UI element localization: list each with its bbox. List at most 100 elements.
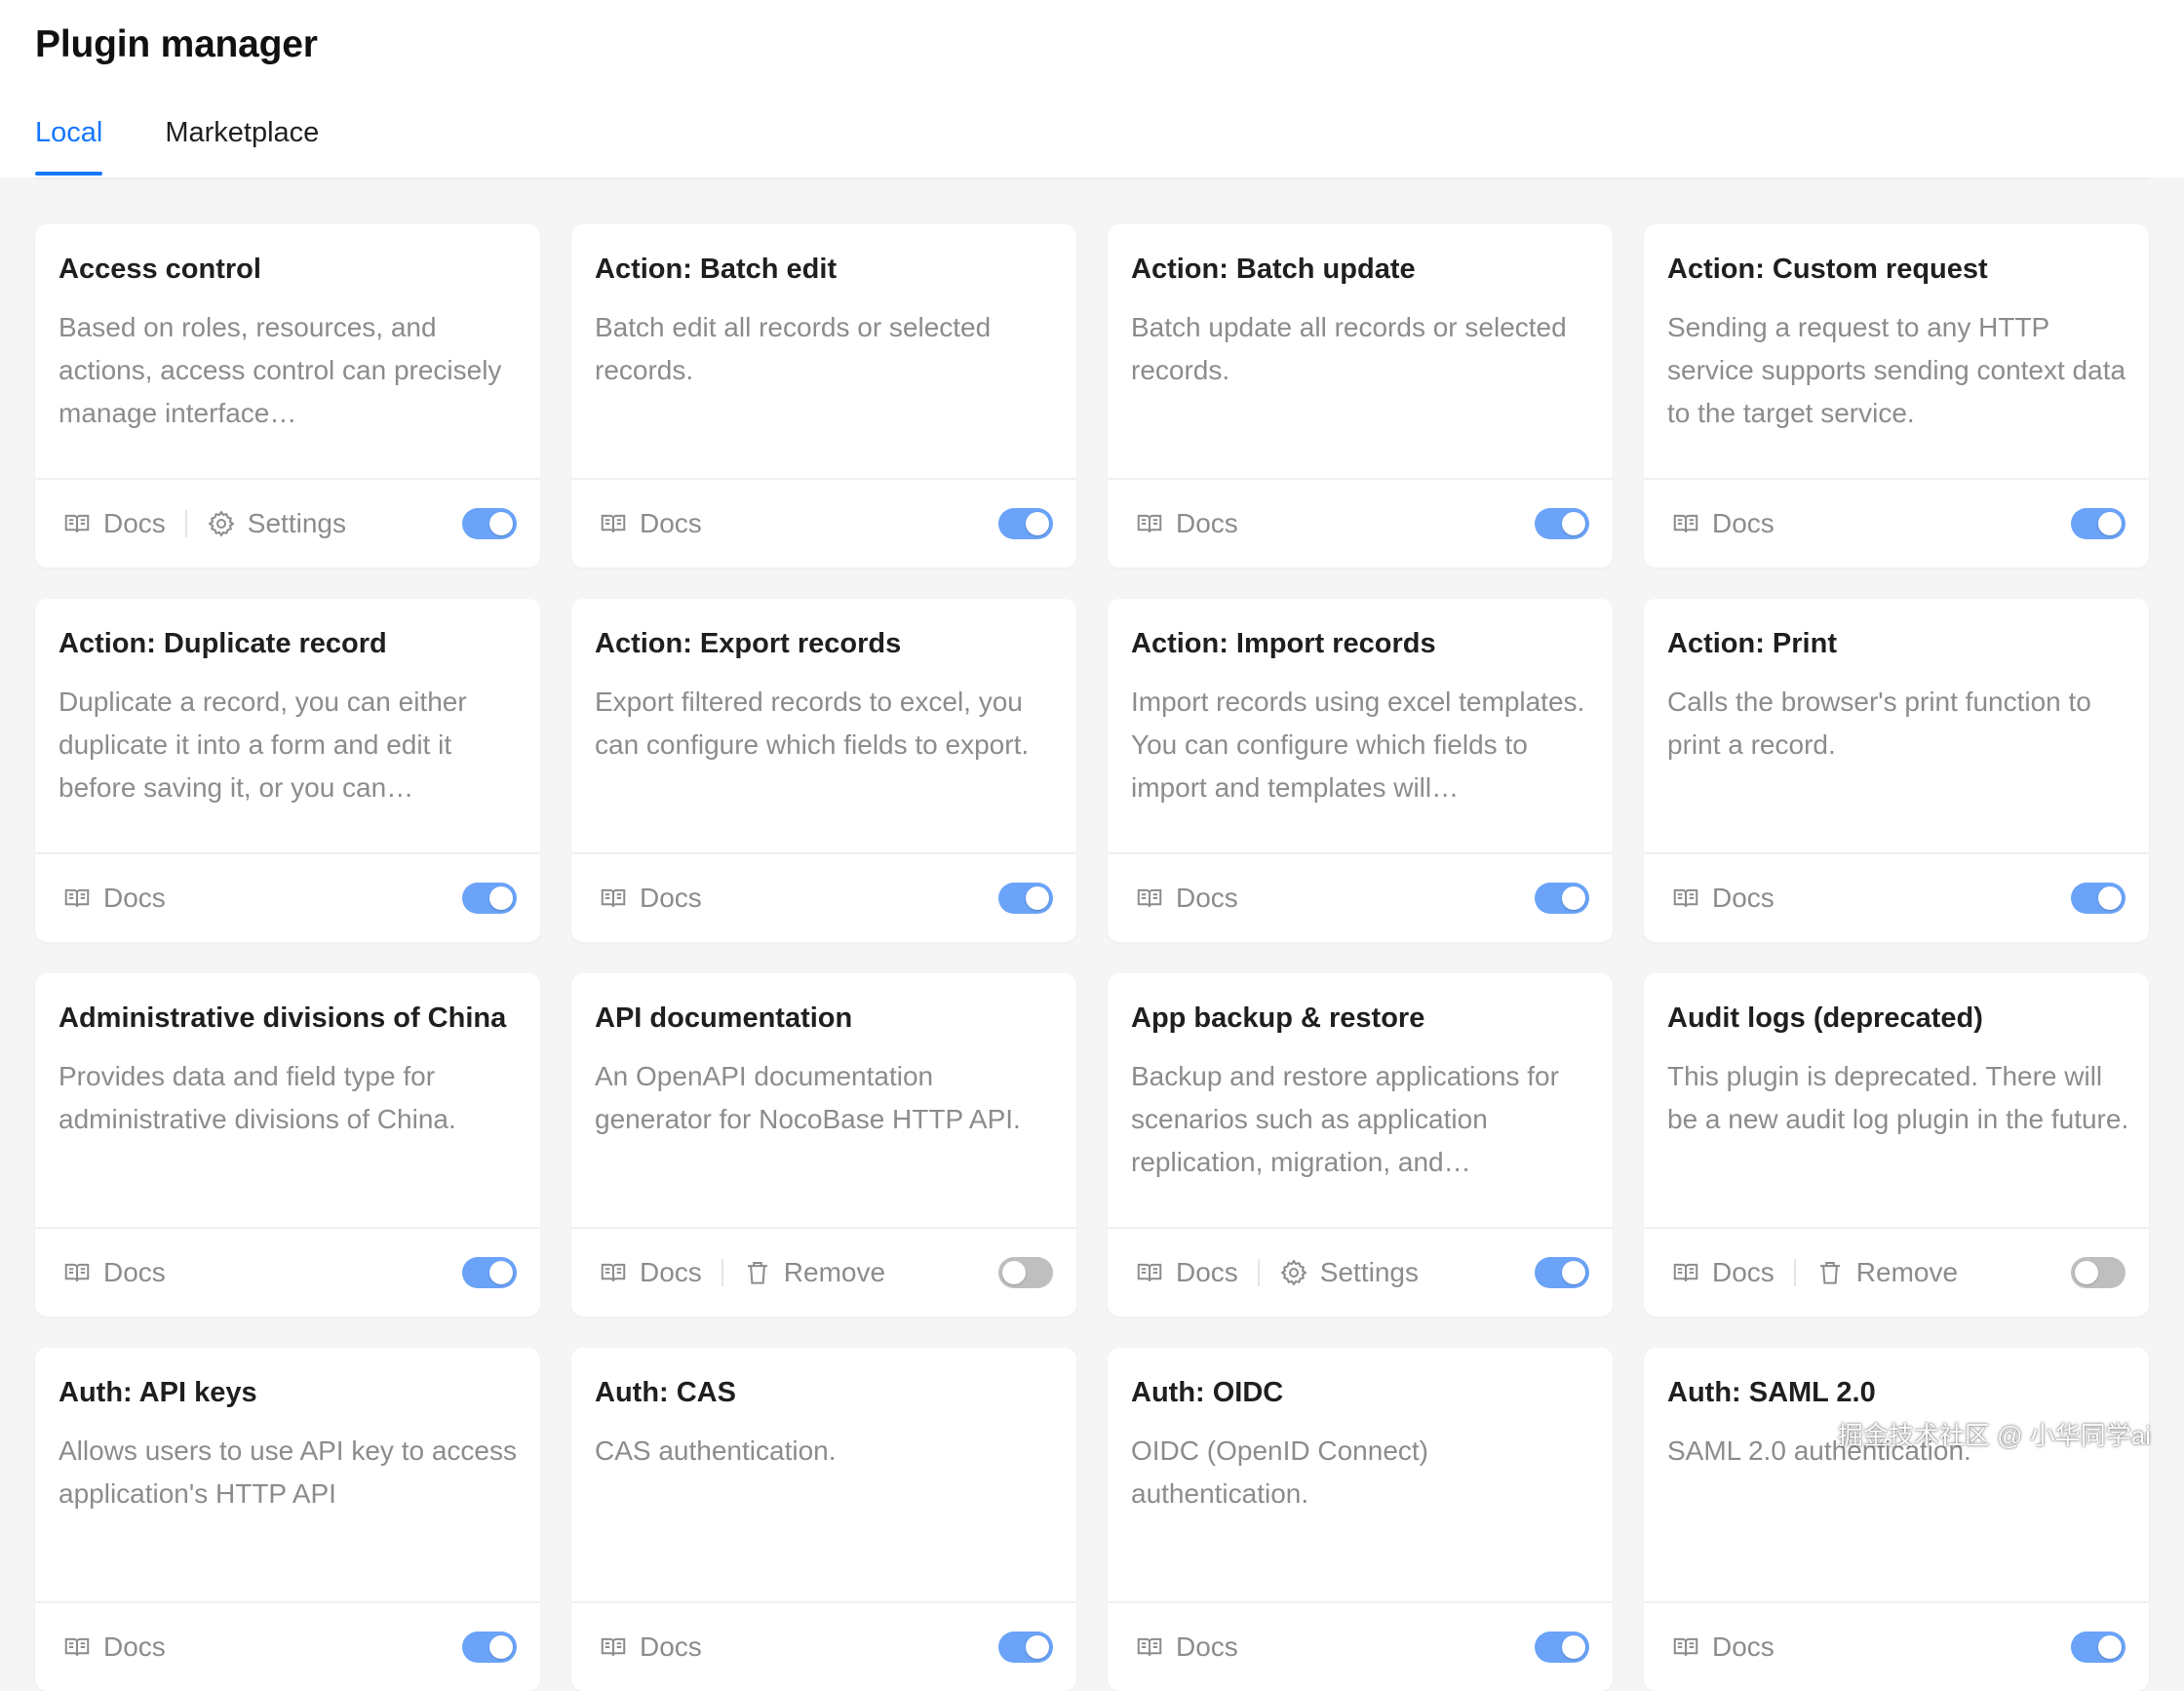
plugin-card-footer: Docs Remove [571, 1227, 1076, 1317]
docs-button[interactable]: Docs [1135, 1257, 1238, 1288]
plugin-card-footer: Docs [1108, 478, 1613, 568]
toggle-knob [1562, 1261, 1585, 1284]
docs-button[interactable]: Docs [1135, 883, 1238, 914]
docs-button[interactable]: Docs [599, 883, 702, 914]
docs-button[interactable]: Docs [1671, 883, 1774, 914]
trash-icon [1815, 1258, 1845, 1287]
docs-button[interactable]: Docs [599, 508, 702, 539]
page-header: Plugin manager Local Marketplace [0, 0, 2184, 179]
docs-button[interactable]: Docs [62, 1257, 166, 1288]
trash-icon [743, 1258, 772, 1287]
plugin-card: Action: Print Calls the browser's print f… [1644, 599, 2149, 942]
docs-label: Docs [1712, 1632, 1774, 1662]
plugin-enable-toggle[interactable] [462, 508, 517, 539]
docs-button[interactable]: Docs [599, 1632, 702, 1663]
plugin-card-footer: Docs [1108, 1601, 1613, 1691]
docs-label: Docs [103, 1632, 166, 1662]
docs-button[interactable]: Docs [62, 1632, 166, 1663]
toggle-knob [1562, 512, 1585, 535]
plugin-title: Administrative divisions of China [58, 1003, 507, 1034]
plugin-enable-toggle[interactable] [2071, 508, 2126, 539]
plugin-enable-toggle[interactable] [1535, 508, 1589, 539]
docs-book-icon [599, 884, 628, 913]
plugin-card: Action: Batch update Batch update all rec… [1108, 224, 1613, 568]
plugin-enable-toggle[interactable] [2071, 1257, 2126, 1288]
plugin-description: Duplicate a record, you can either dupli… [58, 687, 467, 803]
docs-button[interactable]: Docs [1671, 508, 1774, 539]
plugin-enable-toggle[interactable] [462, 1632, 517, 1663]
watermark: 掘金技术社区 @ 小华同学ai [1837, 1421, 2151, 1450]
toggle-knob [2098, 512, 2122, 535]
docs-book-icon [62, 1632, 92, 1662]
plugin-card-footer: Docs [1644, 478, 2149, 568]
plugin-card-footer: Docs [1644, 852, 2149, 942]
plugin-grid: Access control Based on roles, resources,… [35, 224, 2149, 1691]
remove-button[interactable]: Remove [1815, 1257, 1958, 1288]
docs-button[interactable]: Docs [1671, 1632, 1774, 1663]
docs-label: Docs [1176, 883, 1238, 913]
plugin-title: Auth: OIDC [1131, 1377, 1284, 1408]
plugin-enable-toggle[interactable] [462, 1257, 517, 1288]
docs-book-icon [62, 509, 92, 538]
gear-icon [207, 509, 236, 538]
docs-book-icon [1671, 1258, 1700, 1287]
plugin-title: Action: Batch edit [595, 254, 838, 285]
plugin-enable-toggle[interactable] [998, 1257, 1053, 1288]
plugin-card-footer: Docs Remove [1644, 1227, 2149, 1317]
plugin-title: Action: Duplicate record [58, 628, 387, 659]
plugin-enable-toggle[interactable] [1535, 883, 1589, 914]
plugin-card: Audit logs (deprecated) This plugin is de… [1644, 973, 2149, 1317]
plugin-description: Import records using excel templates. Yo… [1131, 687, 1585, 803]
docs-book-icon [1671, 509, 1700, 538]
docs-button[interactable]: Docs [1671, 1257, 1774, 1288]
docs-label: Docs [640, 508, 702, 538]
docs-label: Docs [640, 1632, 702, 1662]
plugin-enable-toggle[interactable] [998, 1632, 1053, 1663]
plugin-enable-toggle[interactable] [2071, 883, 2126, 914]
docs-label: Docs [1712, 508, 1774, 538]
docs-button[interactable]: Docs [1135, 1632, 1238, 1663]
plugin-title: Action: Print [1667, 628, 1837, 659]
plugin-description: Provides data and field type for adminis… [58, 1061, 456, 1134]
docs-book-icon [1135, 884, 1164, 913]
docs-button[interactable]: Docs [62, 508, 166, 539]
toggle-knob [1002, 1261, 1026, 1284]
docs-book-icon [1671, 884, 1700, 913]
docs-label: Docs [640, 883, 702, 913]
plugin-title: Access control [58, 254, 261, 285]
plugin-description: Batch edit all records or selected recor… [595, 312, 992, 385]
plugin-card: Auth: OIDC OIDC (OpenID Connect) authenti… [1108, 1348, 1613, 1691]
toggle-knob [489, 886, 513, 910]
docs-book-icon [599, 509, 628, 538]
tab-marketplace[interactable]: Marketplace [165, 113, 319, 172]
remove-button[interactable]: Remove [743, 1257, 885, 1288]
plugin-enable-toggle[interactable] [998, 883, 1053, 914]
settings-button[interactable]: Settings [1279, 1257, 1419, 1288]
action-divider [721, 1259, 723, 1286]
docs-label: Docs [1712, 883, 1774, 913]
plugin-enable-toggle[interactable] [998, 508, 1053, 539]
toggle-knob [489, 1635, 513, 1659]
tab-local[interactable]: Local [35, 113, 103, 176]
plugin-enable-toggle[interactable] [1535, 1257, 1589, 1288]
docs-button[interactable]: Docs [62, 883, 166, 914]
docs-label: Docs [1176, 1257, 1238, 1287]
plugin-enable-toggle[interactable] [1535, 1632, 1589, 1663]
plugin-card-footer: Docs [35, 1601, 540, 1691]
toggle-knob [1562, 886, 1585, 910]
plugin-title: Action: Custom request [1667, 254, 1988, 285]
docs-book-icon [1135, 1632, 1164, 1662]
plugin-card-footer: Docs [571, 1601, 1076, 1691]
docs-label: Docs [1712, 1257, 1774, 1287]
plugin-description: Allows users to use API key to access ap… [58, 1435, 517, 1509]
settings-button[interactable]: Settings [207, 508, 346, 539]
docs-label: Docs [103, 508, 166, 538]
docs-label: Docs [640, 1257, 702, 1287]
plugin-enable-toggle[interactable] [462, 883, 517, 914]
plugin-title: App backup & restore [1131, 1003, 1425, 1034]
docs-button[interactable]: Docs [1135, 508, 1238, 539]
docs-button[interactable]: Docs [599, 1257, 702, 1288]
plugin-enable-toggle[interactable] [2071, 1632, 2126, 1663]
plugin-title: Action: Import records [1131, 628, 1436, 659]
plugin-card: Action: Import records Import records usi… [1108, 599, 1613, 942]
